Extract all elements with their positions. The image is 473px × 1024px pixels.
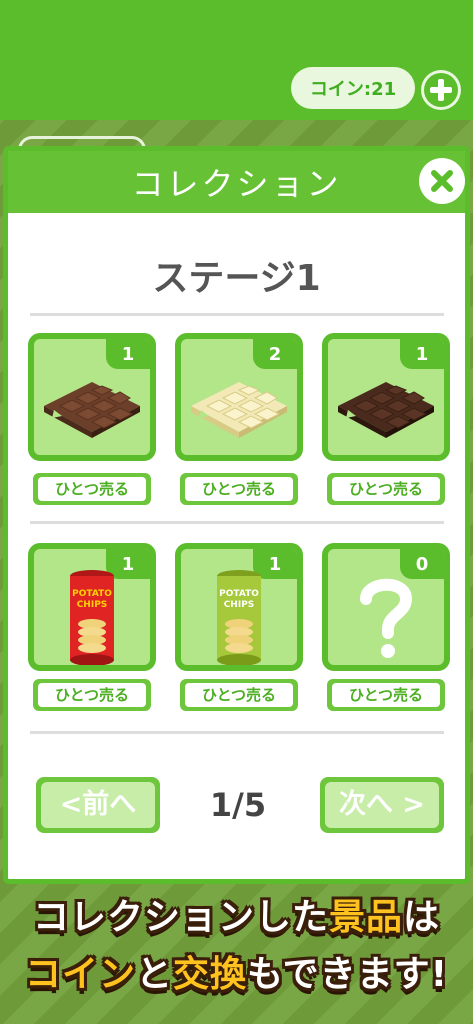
svg-text:POTATO: POTATO [72,589,112,599]
divider [30,313,444,316]
dark-chocolate-bar-icon [338,382,434,438]
milk-chocolate-bar-icon [44,382,140,438]
add-coin-button[interactable] [421,70,461,110]
coin-counter: コイン:21 [291,67,415,109]
sell-one-button[interactable]: ひとつ売る [33,679,151,711]
potato-chips-red-can-icon: POTATO CHIPS [70,570,114,665]
close-button[interactable] [419,158,465,204]
top-bar: コイン:21 [0,0,473,120]
potato-chips-green-can-icon: POTATO CHIPS [217,570,261,665]
prev-page-button[interactable]: <前へ [36,777,160,833]
next-page-button[interactable]: 次へ > [320,777,444,833]
divider [30,731,444,734]
collection-slot-unknown: 0 [322,543,450,671]
collection-slot-white-chocolate: 2 [175,333,303,461]
collection-slot-potato-chips-red: 1 POTATO CHIPS [28,543,156,671]
svg-text:CHIPS: CHIPS [77,600,108,610]
sell-one-button[interactable]: ひとつ売る [180,473,298,505]
collection-slot-dark-chocolate: 1 [322,333,450,461]
divider [30,521,444,524]
collection-dialog: コレクション ステージ1 1 ひとつ売る 2 ひとつ売る 1 ひとつ売る 1 P… [3,146,470,884]
dialog-title: コレクション [131,165,342,203]
svg-text:POTATO: POTATO [219,589,259,599]
sell-one-button[interactable]: ひとつ売る [327,473,445,505]
sell-one-button[interactable]: ひとつ売る [33,473,151,505]
sell-one-button[interactable]: ひとつ売る [180,679,298,711]
promo-banner-line-2: コインと交換もできます! [24,954,449,995]
question-mark-icon [360,578,413,658]
close-icon [431,170,453,192]
white-chocolate-bar-icon [191,382,287,438]
sell-one-button[interactable]: ひとつ売る [327,679,445,711]
stage-title: ステージ1 [152,258,321,299]
collection-slot-milk-chocolate: 1 [28,333,156,461]
svg-text:CHIPS: CHIPS [224,600,255,610]
page-indicator: 1/5 [209,786,267,824]
collection-slot-potato-chips-green: 1 POTATO CHIPS [175,543,303,671]
promo-banner-line-1: コレクションした景品は [32,897,441,938]
plus-circle-icon [424,73,458,107]
